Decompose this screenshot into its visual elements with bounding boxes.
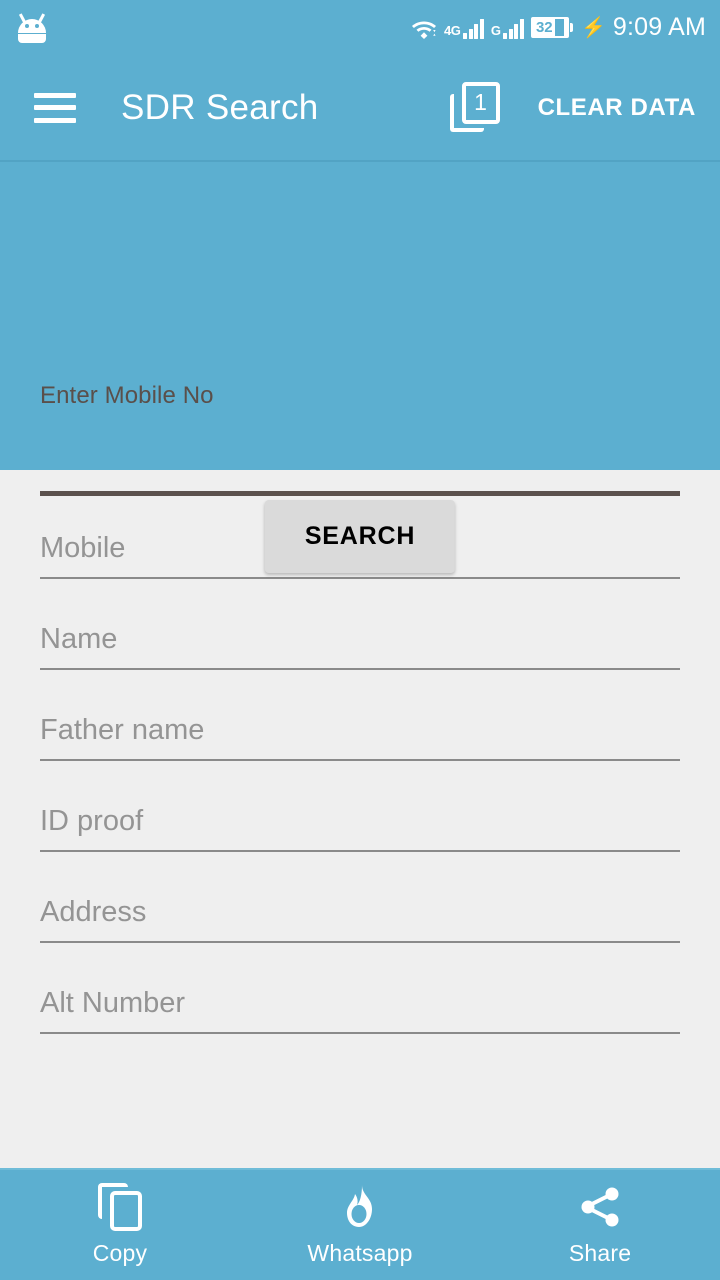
network-type-label-2: G: [490, 22, 501, 38]
network-indicator-2: G: [491, 17, 524, 39]
search-input-wrap: [40, 452, 680, 496]
android-robot-icon: [18, 12, 46, 43]
name-field[interactable]: [40, 619, 680, 670]
status-bar-right: 4G G 32 ⚡ 9:09 AM: [411, 13, 706, 42]
field-alt-number: [40, 983, 680, 1034]
bottom-bar-item-copy[interactable]: Copy: [1, 1183, 239, 1267]
wifi-icon: [411, 17, 437, 39]
network-type-label-1: 4G: [444, 22, 461, 38]
battery-indicator: 32: [530, 17, 573, 38]
mobile-number-search-input[interactable]: [40, 452, 680, 491]
app-root: 4G G 32 ⚡ 9:09 AM SDR Search 1 CLEAR DAT…: [0, 0, 720, 1280]
bottom-bar-label-share: Share: [568, 1240, 632, 1266]
field-id-proof: [40, 801, 680, 852]
status-bar-clock: 9:09 AM: [612, 13, 706, 41]
father-name-field[interactable]: [40, 710, 680, 761]
address-field[interactable]: [40, 892, 680, 943]
tabs-count-label: 1: [461, 81, 500, 124]
search-button[interactable]: SEARCH: [264, 500, 456, 573]
copy-icon: [96, 1183, 144, 1231]
tabs-icon[interactable]: 1: [449, 81, 502, 134]
enter-mobile-no-label: Enter Mobile No: [40, 382, 214, 409]
bottom-bar-item-share[interactable]: Share: [481, 1183, 719, 1267]
signal-bars-icon-2: [503, 17, 524, 39]
bottom-action-bar: Copy Whatsapp Share: [0, 1168, 720, 1280]
page-title: SDR Search: [121, 87, 319, 127]
field-name: [40, 619, 680, 670]
signal-bars-icon-1: [463, 17, 484, 39]
id-proof-field[interactable]: [40, 801, 680, 852]
status-bar: 4G G 32 ⚡ 9:09 AM: [0, 0, 720, 55]
network-indicator-1: 4G: [444, 17, 484, 39]
result-form: [0, 470, 720, 1168]
bottom-bar-item-whatsapp[interactable]: Whatsapp: [241, 1183, 479, 1267]
field-father-name: [40, 710, 680, 761]
bottom-bar-label-whatsapp: Whatsapp: [307, 1240, 413, 1266]
whatsapp-icon: [336, 1183, 384, 1231]
charging-bolt-icon: ⚡: [580, 16, 606, 39]
field-address: [40, 892, 680, 943]
share-icon: [576, 1183, 624, 1231]
search-input-underline: [40, 491, 680, 496]
bottom-bar-label-copy: Copy: [92, 1240, 148, 1266]
clear-data-button[interactable]: CLEAR DATA: [538, 94, 696, 122]
status-bar-left: [18, 12, 46, 43]
alt-number-field[interactable]: [40, 983, 680, 1034]
hamburger-menu-icon[interactable]: [34, 92, 76, 123]
app-bar: SDR Search 1 CLEAR DATA: [0, 55, 720, 162]
battery-level-label: 32: [535, 18, 553, 36]
search-panel: Enter Mobile No SEARCH: [0, 162, 720, 573]
